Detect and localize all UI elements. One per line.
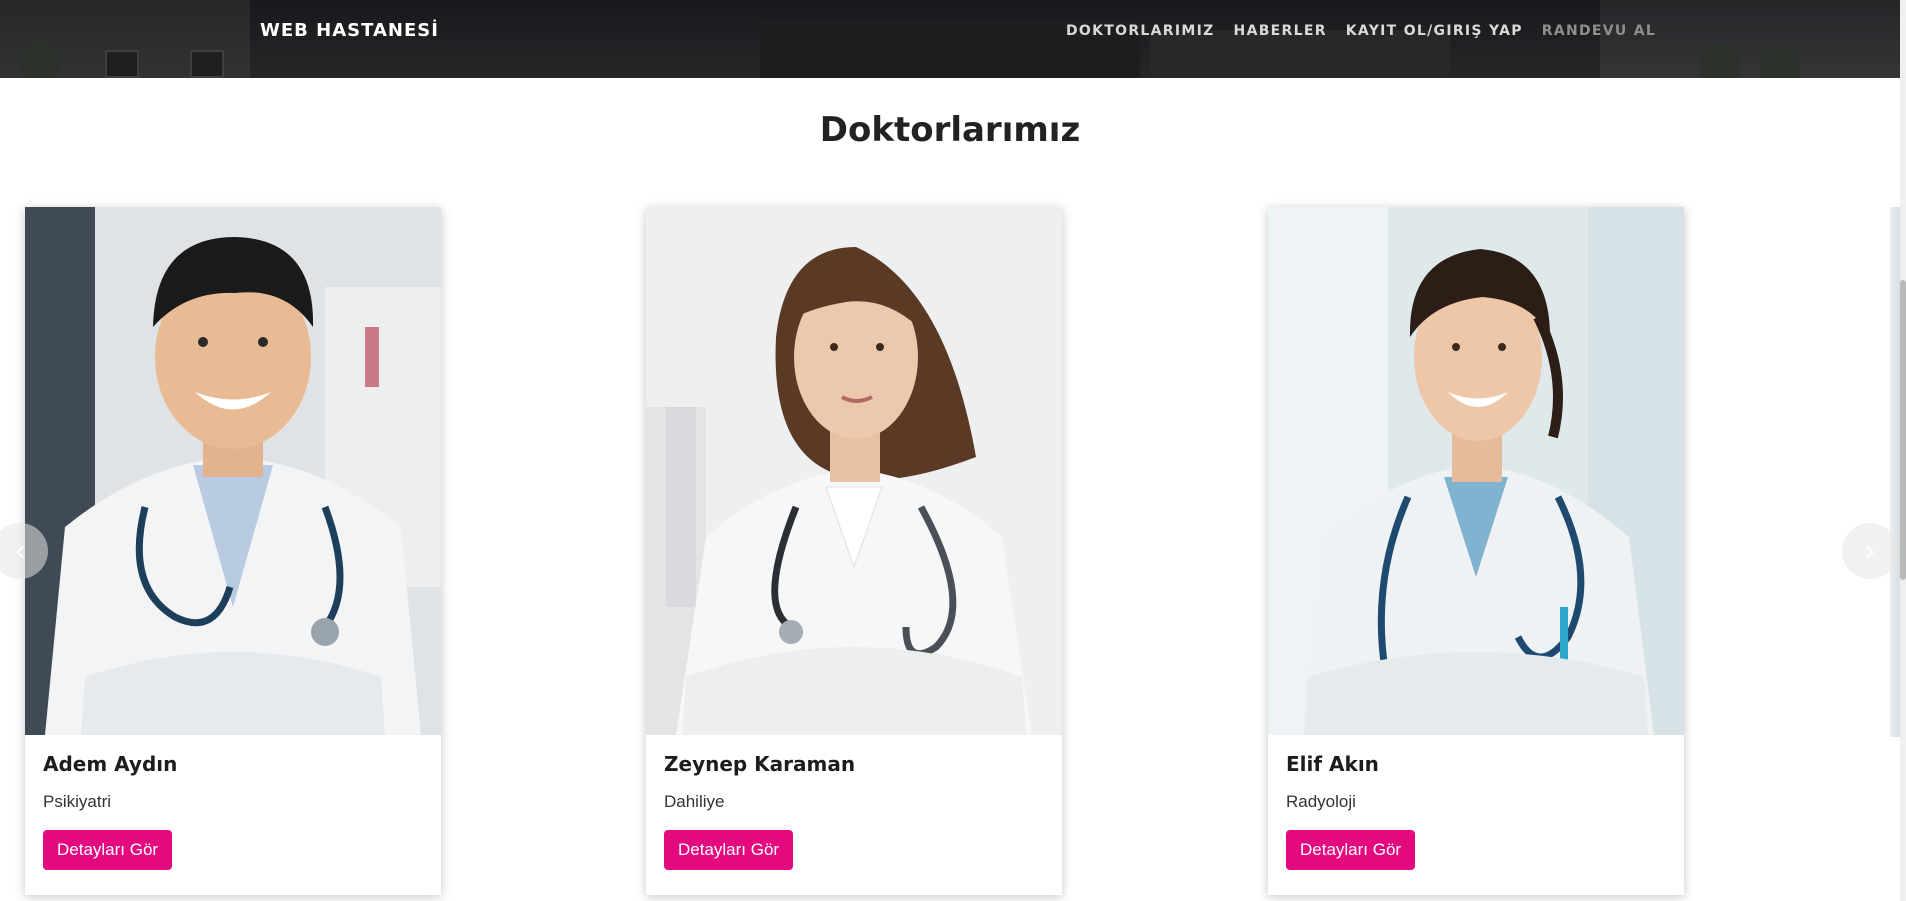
doctor-info: Adem Aydın Psikiyatri Detayları Gör xyxy=(43,752,177,870)
page-scrollbar-thumb[interactable] xyxy=(1900,280,1906,580)
nav-kayit-giris[interactable]: KAYIT OL/GIRIŞ YAP xyxy=(1346,23,1523,39)
nav-doktorlarimiz[interactable]: DOKTORLARIMIZ xyxy=(1066,23,1215,39)
doctor-card: Elif Akın Radyoloji Detayları Gör xyxy=(1268,207,1684,895)
doctor-photo-illustration xyxy=(1268,207,1684,735)
details-button[interactable]: Detayları Gör xyxy=(43,830,173,870)
details-button[interactable]: Detayları Gör xyxy=(1286,830,1416,870)
nav-haberler[interactable]: HABERLER xyxy=(1234,23,1327,39)
doctor-card: Zeynep Karaman Dahiliye Detayları Gör xyxy=(646,207,1062,895)
doctor-photo-illustration xyxy=(646,207,1062,735)
site-brand[interactable]: WEB HASTANESİ xyxy=(260,20,439,41)
doctor-photo xyxy=(646,207,1062,735)
details-button[interactable]: Detayları Gör xyxy=(664,830,794,870)
doctor-info: Elif Akın Radyoloji Detayları Gör xyxy=(1286,752,1416,870)
doctor-photo xyxy=(25,207,441,735)
doctor-department: Radyoloji xyxy=(1286,792,1356,811)
doctor-name: Elif Akın xyxy=(1286,752,1379,776)
main-nav: DOKTORLARIMIZ HABERLER KAYIT OL/GIRIŞ YA… xyxy=(1066,23,1656,39)
doctor-name: Zeynep Karaman xyxy=(664,752,856,776)
doctor-photo-illustration xyxy=(25,207,441,735)
doctor-name: Adem Aydın xyxy=(43,752,178,776)
doctor-info: Zeynep Karaman Dahiliye Detayları Gör xyxy=(664,752,855,870)
nav-randevu-al[interactable]: RANDEVU AL xyxy=(1542,23,1656,39)
carousel-next-button[interactable]: › xyxy=(1842,523,1898,579)
doctor-department: Psikiyatri xyxy=(43,792,112,811)
chevron-right-icon: › xyxy=(1864,533,1876,569)
chevron-left-icon: ‹ xyxy=(14,533,26,569)
doctor-department: Dahiliye xyxy=(664,792,725,811)
doctor-photo xyxy=(1268,207,1684,735)
doctor-card: Adem Aydın Psikiyatri Detayları Gör xyxy=(25,207,441,895)
section-title: Doktorlarımız xyxy=(819,110,1081,150)
site-header: WEB HASTANESİ DOKTORLARIMIZ HABERLER KAY… xyxy=(0,0,1900,78)
